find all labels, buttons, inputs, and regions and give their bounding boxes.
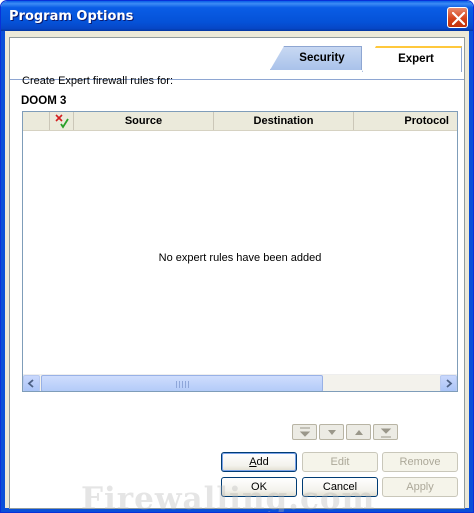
content-panel: Security Expert Rules Create Expert fire… bbox=[9, 37, 465, 509]
enabled-toggle-icon bbox=[55, 114, 69, 129]
expert-rules-list[interactable]: Source Destination Protocol No expert ru… bbox=[22, 111, 458, 392]
move-to-top-button[interactable] bbox=[292, 424, 317, 440]
scrollbar-thumb[interactable] bbox=[41, 375, 323, 391]
move-to-top-icon bbox=[299, 427, 311, 437]
column-header-enabled[interactable] bbox=[50, 112, 74, 130]
move-down-button[interactable] bbox=[319, 424, 344, 440]
scroll-left-icon bbox=[27, 379, 34, 388]
move-up-button[interactable] bbox=[346, 424, 371, 440]
close-button[interactable] bbox=[447, 7, 468, 28]
edit-button[interactable]: Edit bbox=[302, 452, 378, 472]
remove-button[interactable]: Remove bbox=[382, 452, 458, 472]
scroll-right-button[interactable] bbox=[440, 375, 457, 391]
apply-button[interactable]: Apply bbox=[382, 477, 458, 497]
scroll-grip-icon bbox=[176, 381, 190, 388]
tab-security[interactable]: Security bbox=[270, 46, 362, 70]
column-header-blank[interactable] bbox=[23, 112, 50, 130]
window-frame-left bbox=[1, 31, 5, 512]
window-title: Program Options bbox=[9, 9, 134, 24]
column-header-source[interactable]: Source bbox=[74, 112, 214, 130]
move-up-icon bbox=[355, 430, 363, 435]
move-down-icon bbox=[328, 430, 336, 435]
watermark: Firewalling.com bbox=[81, 481, 376, 513]
column-header-protocol[interactable]: Protocol bbox=[354, 112, 457, 130]
list-header: Source Destination Protocol bbox=[23, 112, 457, 131]
tab-expert-rules[interactable]: Expert Rules bbox=[362, 46, 462, 72]
scroll-left-button[interactable] bbox=[23, 375, 40, 391]
create-rules-label: Create Expert firewall rules for: bbox=[22, 75, 173, 87]
scroll-right-icon bbox=[446, 379, 453, 388]
program-name: DOOM 3 bbox=[21, 95, 67, 107]
move-to-bottom-icon bbox=[380, 428, 392, 438]
tab-strip: Security Expert Rules bbox=[10, 46, 464, 80]
empty-list-message: No expert rules have been added bbox=[158, 252, 322, 264]
title-bar[interactable]: Program Options bbox=[1, 1, 473, 31]
horizontal-scrollbar[interactable] bbox=[23, 374, 457, 391]
add-button-mnemonic: A bbox=[249, 456, 257, 468]
move-to-bottom-button[interactable] bbox=[373, 424, 398, 440]
add-button[interactable]: Add bbox=[221, 452, 297, 472]
add-button-label: dd bbox=[256, 456, 269, 468]
column-header-destination[interactable]: Destination bbox=[214, 112, 354, 130]
window-frame-right bbox=[469, 31, 473, 512]
program-options-dialog: Program Options Security Expert Rules Cr… bbox=[0, 0, 474, 513]
close-x-icon bbox=[452, 12, 465, 25]
